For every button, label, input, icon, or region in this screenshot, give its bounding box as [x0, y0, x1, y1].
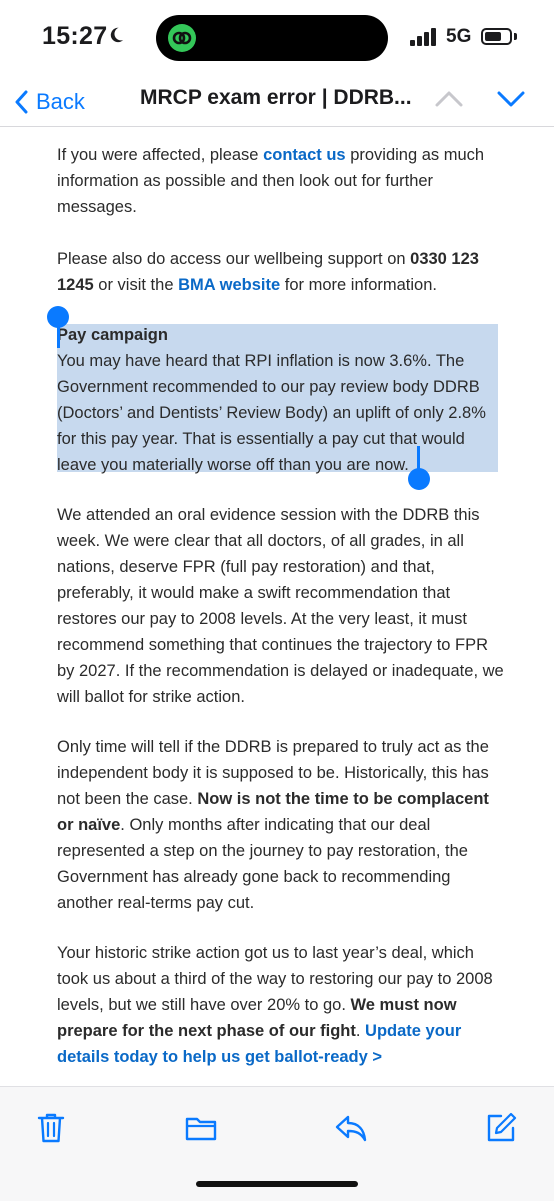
signal-icon: [410, 28, 436, 46]
paragraph-pay-campaign[interactable]: Pay campaign You may have heard that RPI …: [57, 322, 502, 478]
text-span: If you were affected, please: [57, 146, 264, 164]
pay-campaign-text: You may have heard that RPI inflation is…: [57, 352, 486, 474]
text-span: or visit the: [93, 276, 179, 294]
selection-end-knob[interactable]: [408, 468, 430, 490]
chevron-up-icon[interactable]: [434, 88, 464, 110]
email-body: If you were affected, please contact us …: [0, 126, 554, 1086]
paragraph-wellbeing: Please also do access our wellbeing supp…: [57, 246, 507, 298]
text-span: Please also do access our wellbeing supp…: [57, 250, 411, 268]
folder-icon[interactable]: [184, 1111, 218, 1145]
back-button[interactable]: Back: [14, 84, 85, 120]
network-label: 5G: [446, 26, 472, 47]
dynamic-island: [156, 15, 388, 61]
paragraph-strike-action: Your historic strike action got us to la…: [57, 940, 507, 1070]
paragraph-oral-evidence: We attended an oral evidence session wit…: [57, 506, 504, 706]
back-label: Back: [36, 89, 85, 114]
paragraph-affected: If you were affected, please contact us …: [57, 142, 507, 220]
chevron-down-icon[interactable]: [496, 88, 526, 110]
battery-tip: [514, 33, 517, 40]
reply-icon[interactable]: [334, 1111, 368, 1145]
bma-website-link[interactable]: BMA website: [178, 276, 280, 294]
text-span: .: [355, 1022, 366, 1040]
paragraph-independent-body: Only time will tell if the DDRB is prepa…: [57, 734, 507, 916]
email-subject: MRCP exam error | DDRB...: [140, 86, 412, 109]
compose-icon[interactable]: [484, 1111, 518, 1145]
nav-bar: Back MRCP exam error | DDRB...: [0, 78, 554, 127]
trash-icon[interactable]: [34, 1111, 68, 1145]
moon-icon: [110, 27, 124, 43]
chevron-left-icon: [15, 90, 28, 114]
battery-icon: [481, 28, 512, 45]
section-title: Pay campaign: [57, 326, 168, 344]
home-indicator[interactable]: [196, 1181, 358, 1187]
link-app-icon: [168, 24, 196, 52]
selection-start-knob[interactable]: [47, 306, 69, 328]
status-time: 15:27: [42, 22, 108, 50]
text-span: for more information.: [280, 276, 437, 294]
contact-us-link[interactable]: contact us: [263, 146, 346, 164]
status-bar: 15:27 5G: [0, 0, 554, 78]
